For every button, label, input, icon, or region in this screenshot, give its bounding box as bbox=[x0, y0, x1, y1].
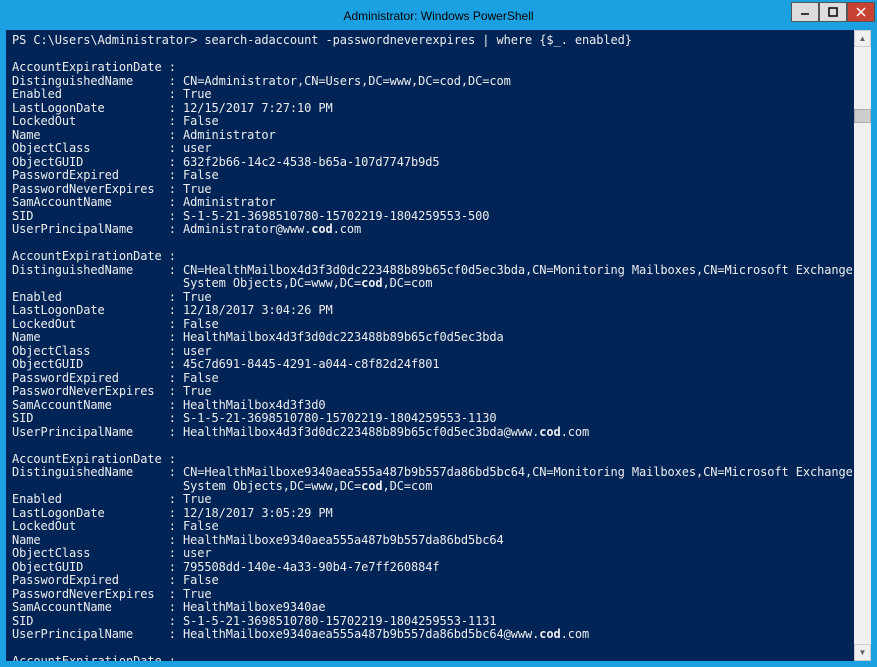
console-area: PS C:\Users\Administrator> search-adacco… bbox=[6, 30, 871, 661]
scroll-thumb[interactable] bbox=[854, 109, 871, 123]
maximize-icon bbox=[828, 7, 838, 17]
scroll-down-arrow[interactable]: ▼ bbox=[854, 644, 871, 661]
window-controls bbox=[791, 2, 875, 24]
console-output[interactable]: PS C:\Users\Administrator> search-adacco… bbox=[6, 30, 854, 661]
close-icon bbox=[856, 7, 866, 17]
scroll-up-arrow[interactable]: ▲ bbox=[854, 30, 871, 47]
titlebar[interactable]: Administrator: Windows PowerShell bbox=[2, 2, 875, 30]
vertical-scrollbar[interactable]: ▲ ▼ bbox=[854, 30, 871, 661]
close-button[interactable] bbox=[847, 2, 875, 22]
maximize-button[interactable] bbox=[819, 2, 847, 22]
powershell-window: Administrator: Windows PowerShell PS C:\… bbox=[2, 2, 875, 665]
window-title: Administrator: Windows PowerShell bbox=[2, 9, 875, 23]
minimize-icon bbox=[800, 7, 810, 17]
scroll-track[interactable] bbox=[854, 47, 871, 644]
minimize-button[interactable] bbox=[791, 2, 819, 22]
